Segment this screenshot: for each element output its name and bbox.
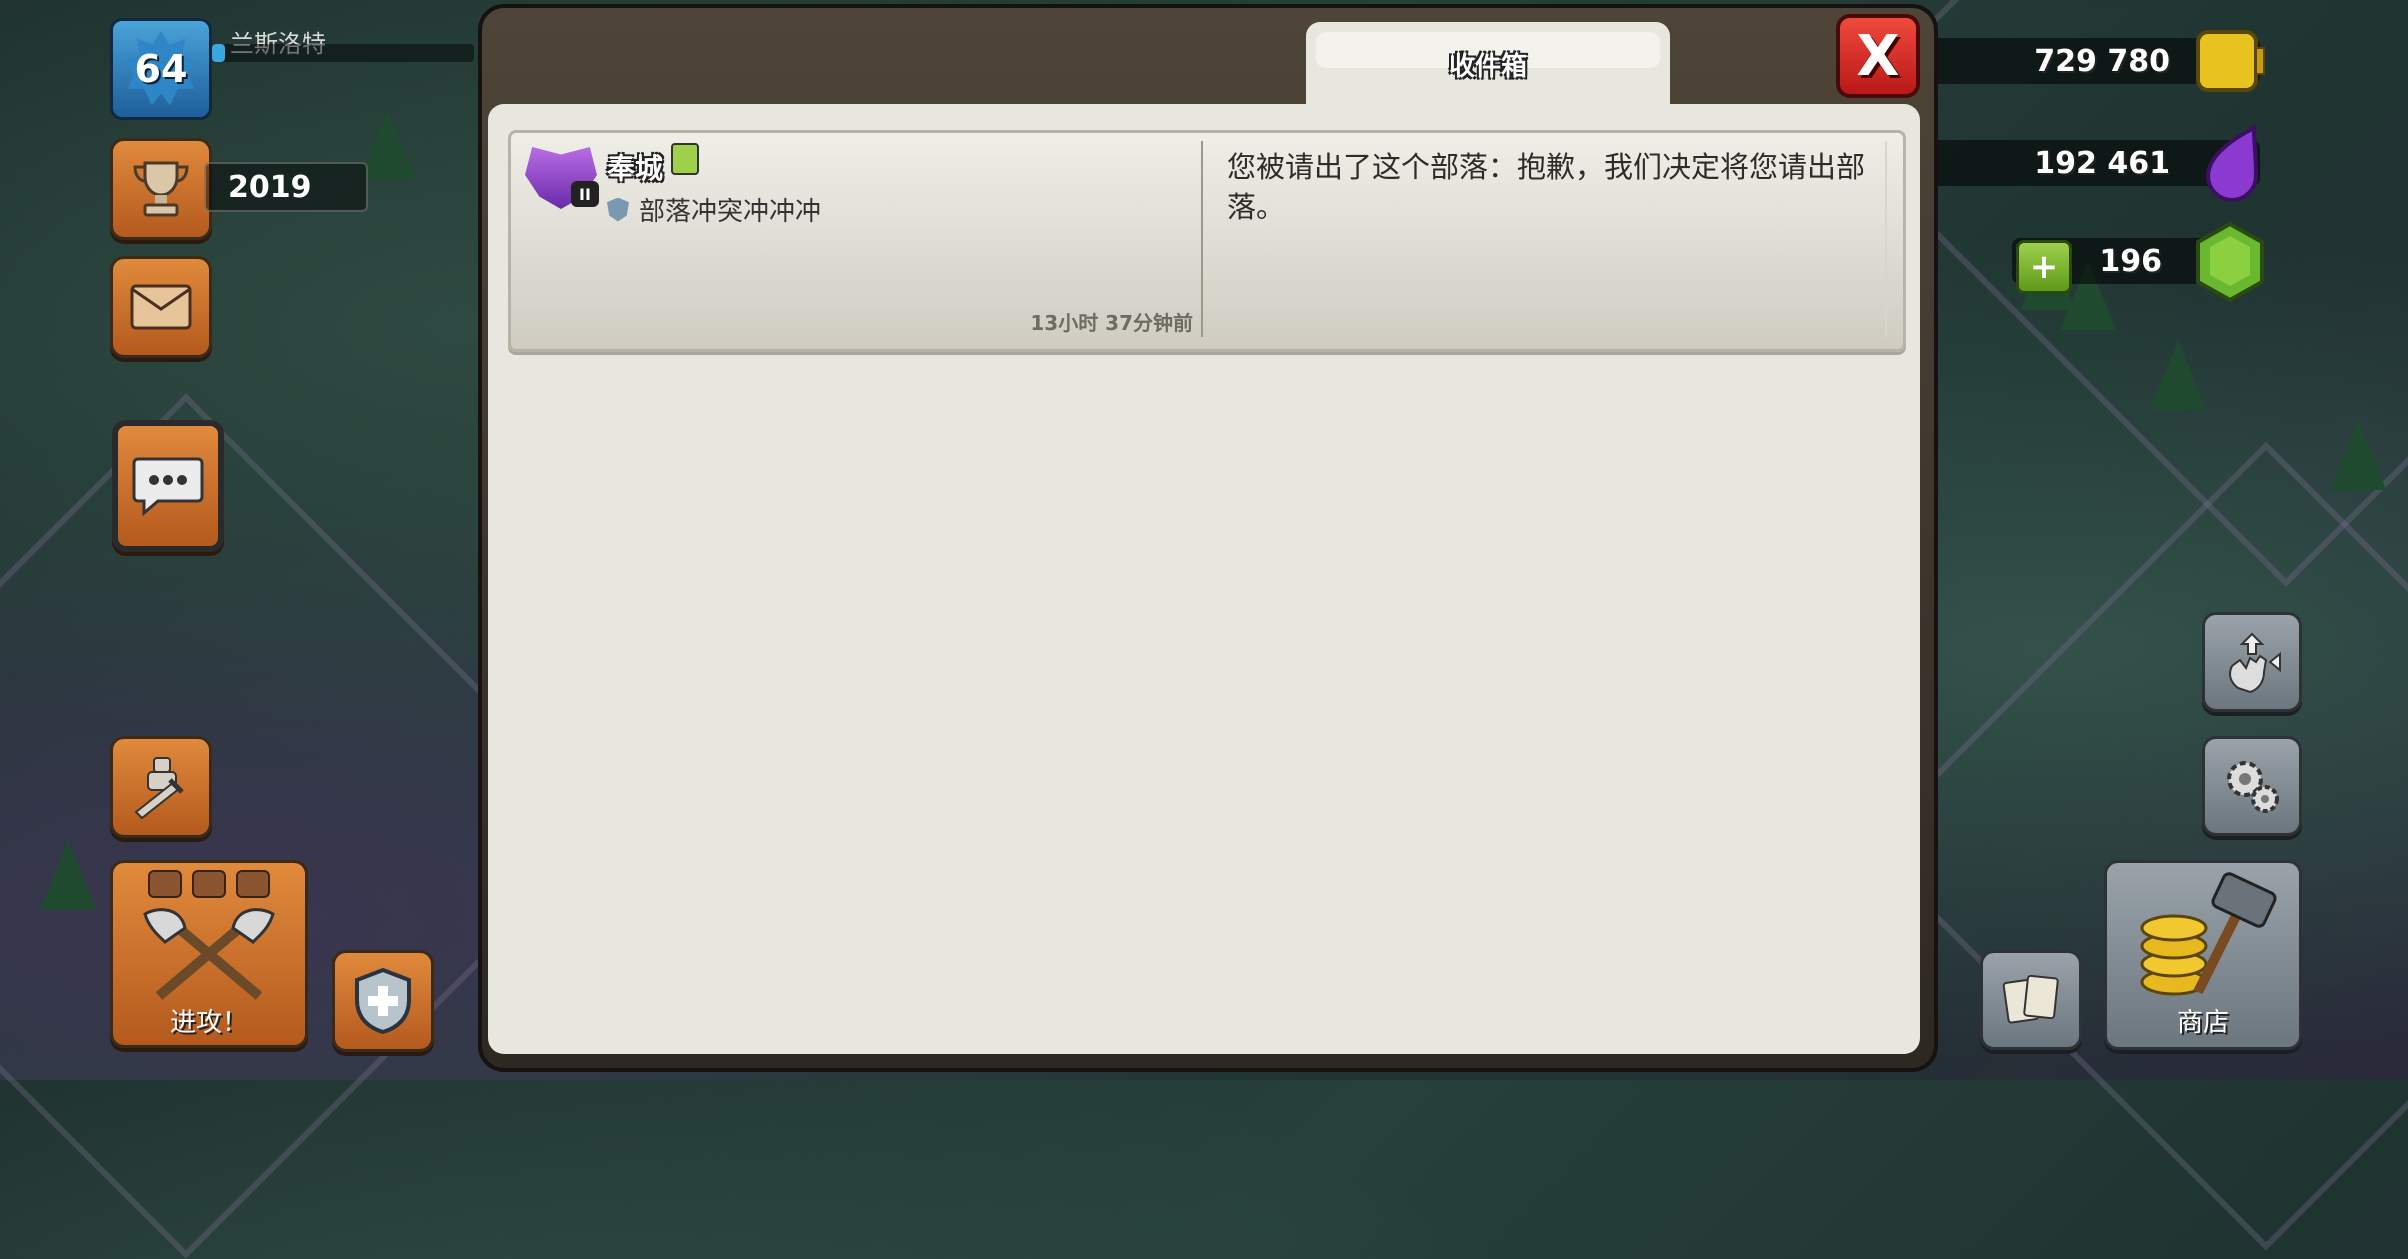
player-level-badge[interactable]: 64 — [110, 18, 212, 120]
sender-clan: 部落冲突冲冲冲 — [607, 191, 821, 228]
attack-stars — [148, 869, 270, 898]
buy-gems-plus-button[interactable]: + — [2016, 240, 2072, 294]
shop-label: 商店 — [2176, 1007, 2229, 1038]
tab-inbox[interactable]: 收件箱 — [1306, 22, 1670, 106]
attack-label: 进攻！ — [169, 1007, 248, 1038]
gold-amount: 729 780 — [2034, 43, 2170, 79]
sender-name: 奉城 — [607, 152, 664, 185]
tab-inbox-label: 收件箱 — [1448, 51, 1527, 82]
attack-button[interactable]: 进攻！ — [110, 860, 308, 1048]
trophy-button[interactable] — [110, 138, 212, 240]
elixir-bar: 192 461 — [1930, 124, 2260, 202]
tree-decoration — [40, 840, 96, 910]
player-level: 64 — [134, 47, 188, 91]
background-terrain — [1861, 441, 2408, 1251]
settings-button[interactable] — [2202, 736, 2302, 836]
gold-bar: 729 780 — [1930, 30, 2265, 92]
chat-bubble-icon — [132, 457, 204, 517]
edit-mode-button[interactable] — [2202, 612, 2302, 712]
army-sword-icon — [134, 757, 184, 820]
message-body: 您被请出了这个部落：抱歉，我们决定将您请出部落。 — [1227, 150, 1866, 224]
move-hand-icon — [2229, 632, 2281, 694]
shield-plus-icon — [355, 967, 411, 1035]
tree-decoration — [2330, 420, 2386, 490]
gems-amount: 196 — [2099, 243, 2162, 279]
gem-icon — [2192, 220, 2268, 312]
army-button[interactable] — [110, 736, 212, 838]
xp-progress-bar — [212, 44, 474, 62]
notes-icon — [2002, 974, 2059, 1024]
xp-progress-fill — [212, 44, 226, 62]
trophy-icon — [133, 161, 189, 217]
tree-decoration — [2150, 340, 2206, 410]
chat-button[interactable] — [112, 420, 224, 552]
trophy-count: 2019 — [204, 162, 368, 212]
gold-hammer-icon — [2140, 871, 2277, 995]
member-role-icon — [671, 143, 699, 175]
shop-button[interactable]: 商店 — [2104, 860, 2302, 1050]
tree-decoration — [360, 110, 416, 180]
crossed-axes-icon — [143, 907, 275, 1000]
elixir-amount: 192 461 — [2034, 145, 2170, 181]
mail-button[interactable] — [110, 256, 212, 358]
gear-icon — [2227, 761, 2279, 813]
clan-shield-icon — [607, 197, 629, 222]
clan-name: 部落冲突冲冲冲 — [639, 197, 822, 227]
clan-badge-level: II — [571, 181, 599, 207]
shield-button[interactable] — [332, 950, 434, 1052]
message-divider — [1201, 141, 1203, 337]
elixir-drop-icon — [2198, 124, 2268, 212]
notes-button[interactable] — [1980, 950, 2082, 1050]
message-timestamp: 13小时 37分钟前 — [1030, 311, 1193, 335]
envelope-icon — [130, 284, 192, 330]
close-button[interactable]: X — [1836, 14, 1920, 98]
message-item[interactable]: II 奉城 部落冲突冲冲冲 13小时 37分钟前 您被请出了这个部落：抱歉，我们… — [508, 130, 1906, 352]
gold-icon — [2192, 26, 2268, 104]
level-star-icon: 64 — [123, 31, 199, 106]
close-icon: X — [1856, 23, 1900, 89]
